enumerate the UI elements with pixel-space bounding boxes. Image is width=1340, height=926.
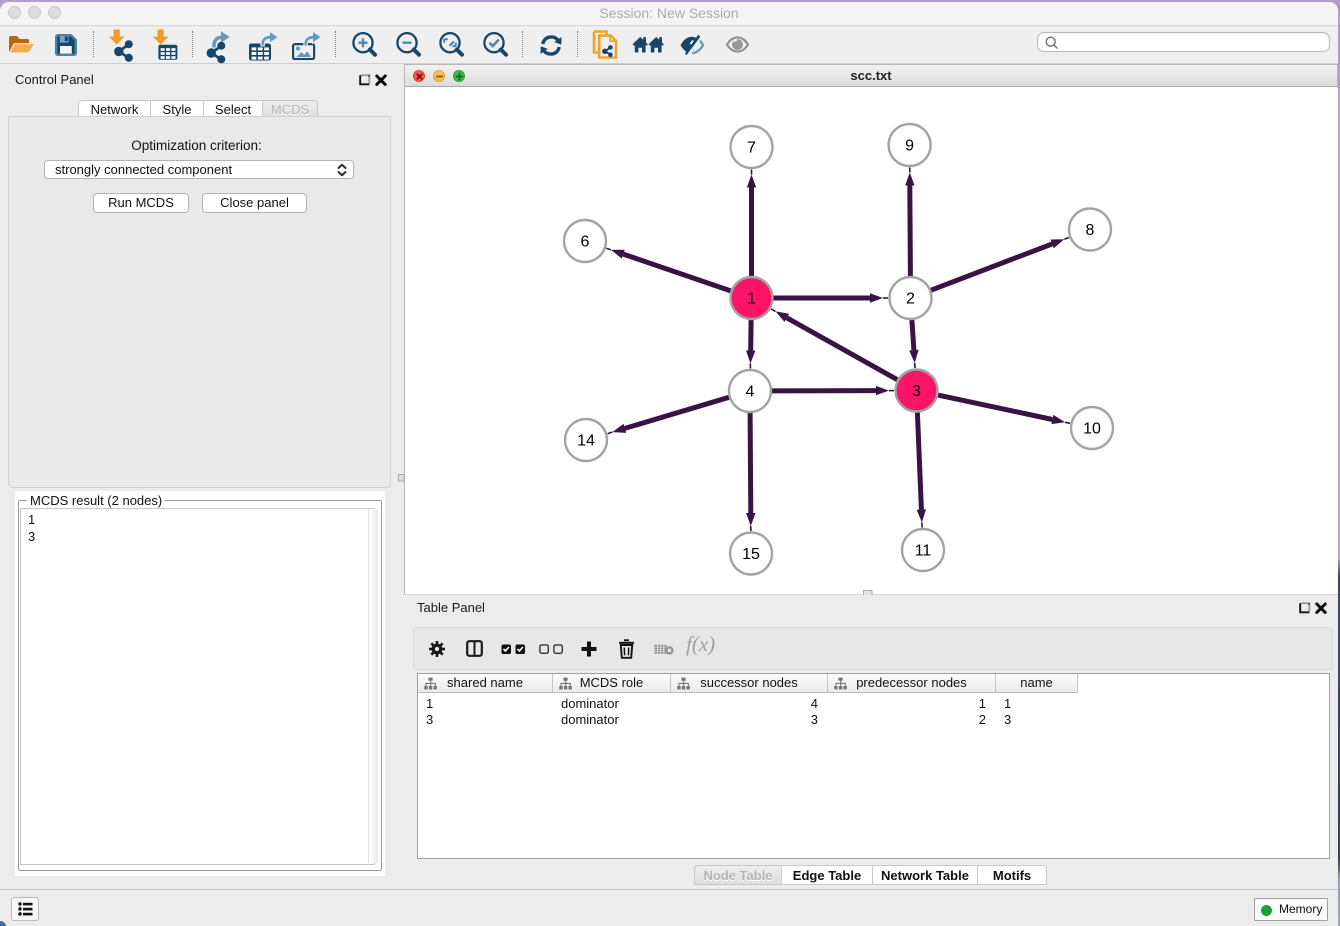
svg-text:6: 6 [581,234,590,251]
svg-text:1: 1 [747,291,756,308]
svg-text:9: 9 [905,138,914,155]
svg-text:4: 4 [746,384,755,401]
svg-text:10: 10 [1083,421,1101,438]
svg-text:8: 8 [1086,222,1095,239]
svg-text:7: 7 [747,140,756,157]
svg-text:11: 11 [915,543,932,560]
svg-text:3: 3 [912,383,921,400]
svg-text:2: 2 [906,291,915,308]
svg-text:14: 14 [577,433,595,450]
svg-text:15: 15 [742,546,760,563]
